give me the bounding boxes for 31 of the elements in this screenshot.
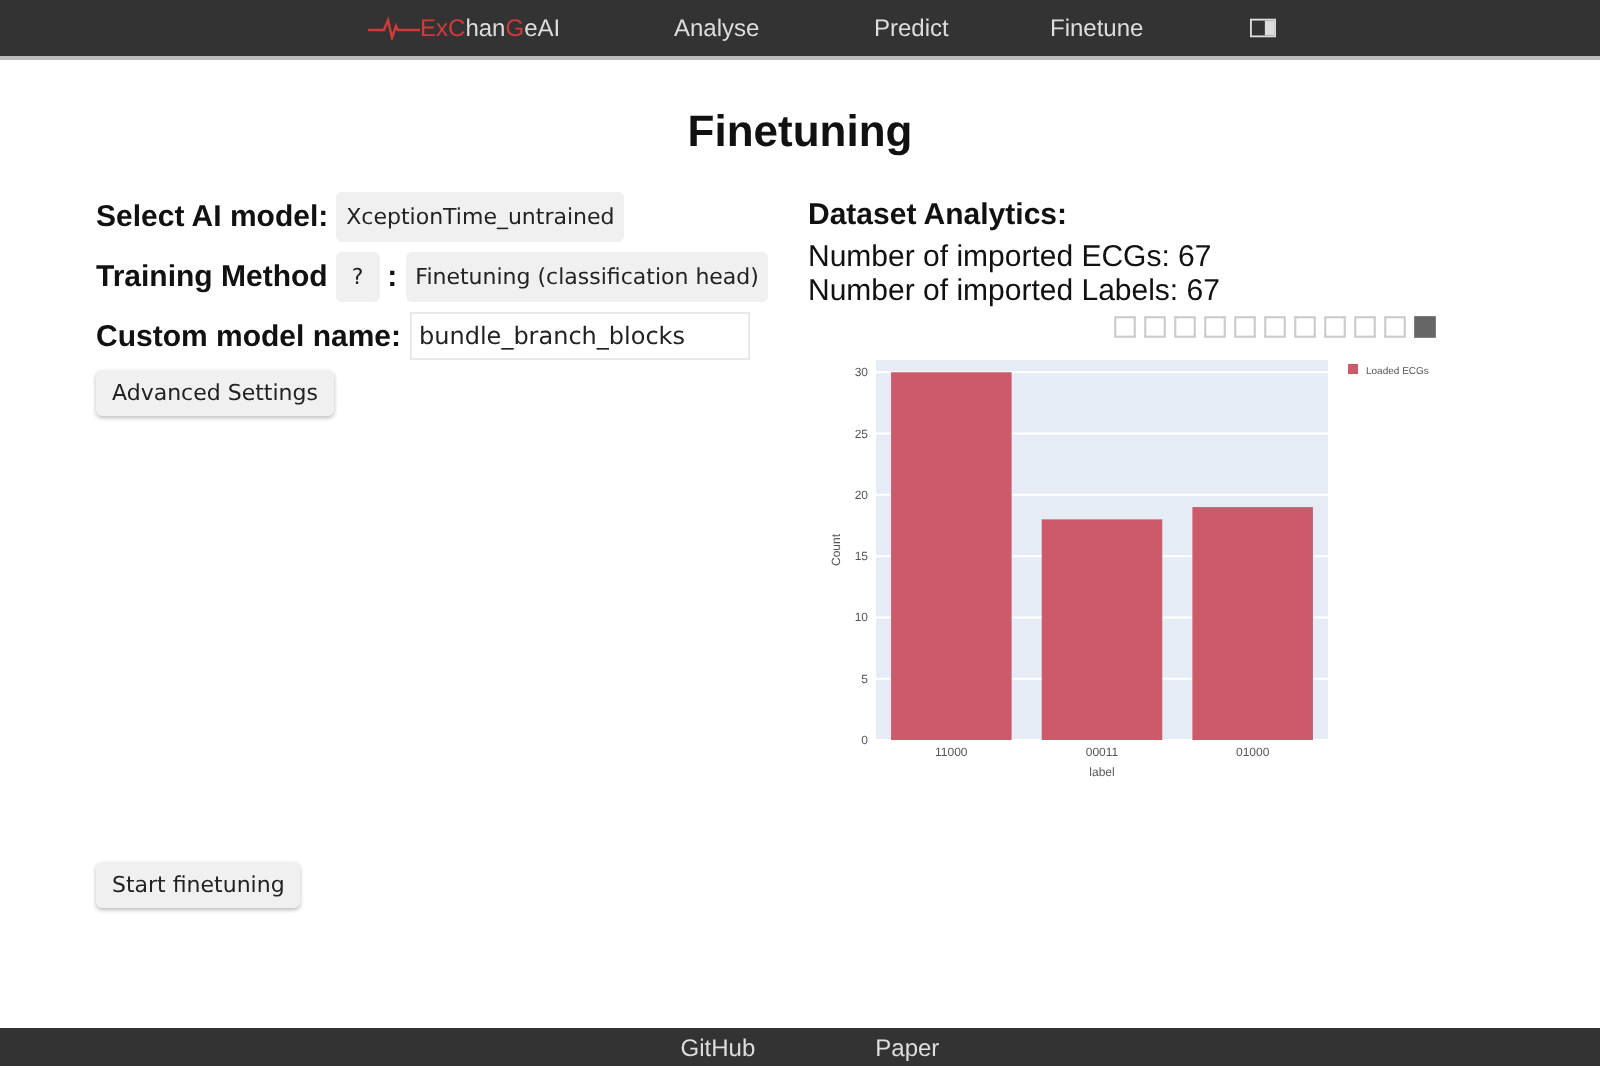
field-label: Select AI model: bbox=[96, 200, 329, 234]
toolbar-icon[interactable] bbox=[1352, 314, 1378, 340]
model-name-field[interactable]: bundle_branch_blocks bbox=[409, 312, 750, 360]
nav-link[interactable]: Finetune bbox=[1050, 14, 1250, 42]
analytics-heading: Dataset Analytics: bbox=[808, 198, 1069, 232]
toolbar-icon[interactable] bbox=[1292, 314, 1318, 340]
app-logo[interactable]: ExChanGeAI bbox=[368, 14, 674, 42]
start-finetuning-button[interactable]: Start finetuning bbox=[96, 862, 301, 908]
advanced-settings-button[interactable]: Advanced Settings bbox=[96, 370, 334, 416]
field-label: Training Method bbox=[96, 260, 328, 294]
field-label: Custom model name: bbox=[96, 319, 402, 353]
toolbar-icon[interactable] bbox=[1322, 314, 1348, 340]
model-select[interactable]: XceptionTime_untrained bbox=[336, 192, 625, 242]
analytics-text: Number of imported ECGs: 67 bbox=[808, 240, 1214, 274]
toolbar-icon[interactable] bbox=[1232, 314, 1258, 340]
method-select[interactable]: Finetuning (classification head) bbox=[405, 252, 769, 302]
colon-label: : bbox=[387, 260, 398, 294]
analytics-text: Number of imported Labels: 67 bbox=[808, 274, 1222, 308]
sidebar-toggle-icon[interactable] bbox=[1250, 18, 1276, 38]
toolbar-icon[interactable] bbox=[1172, 314, 1198, 340]
footer-link[interactable]: GitHub bbox=[680, 1033, 756, 1061]
footer-link[interactable]: Paper bbox=[875, 1033, 940, 1061]
help-button[interactable]: ? bbox=[335, 252, 380, 302]
page-title: Finetuning bbox=[685, 106, 915, 158]
nav-link[interactable]: Predict bbox=[874, 14, 1050, 42]
toolbar-icon[interactable] bbox=[1112, 314, 1138, 340]
heartbeat-icon bbox=[368, 16, 420, 40]
nav-link[interactable]: Analyse bbox=[674, 14, 874, 42]
toolbar-icon[interactable] bbox=[1142, 314, 1168, 340]
toolbar-icon[interactable] bbox=[1262, 314, 1288, 340]
toolbar-icon[interactable] bbox=[1202, 314, 1228, 340]
